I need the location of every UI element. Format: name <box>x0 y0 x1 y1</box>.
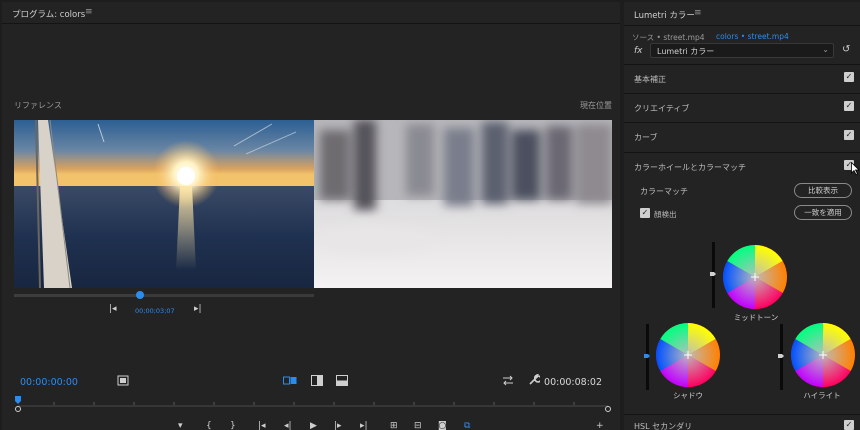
section-curves[interactable]: カーブ ✓ <box>624 122 860 151</box>
color-match-label: カラーマッチ <box>640 187 688 196</box>
section-basic-correction[interactable]: 基本補正 ✓ <box>624 64 860 93</box>
source-clip-label[interactable]: ソース • street.mp4 <box>632 32 704 43</box>
section-label: カラーホイールとカラーマッチ <box>634 163 746 172</box>
program-monitor-header: プログラム: colors ≡ <box>2 2 620 24</box>
section-color-wheels-match[interactable]: カラーホイールとカラーマッチ ✓ <box>624 152 860 181</box>
effect-select-value: Lumetri カラー <box>657 47 715 56</box>
extract-icon[interactable]: ⊟ <box>414 420 422 430</box>
highlight-color-wheel[interactable] <box>790 322 856 388</box>
face-detect-label: 顔検出 <box>654 210 677 219</box>
swap-sides-icon[interactable] <box>502 375 514 386</box>
transport-toolbar: ▾ { } |◂ ◂| ▶ |▸ ▸| ⊞ ⊟ ◙ ⧉ + <box>172 420 612 430</box>
fx-icon[interactable]: fx <box>634 46 643 56</box>
hamburger-icon[interactable]: ≡ <box>85 7 93 17</box>
safe-margins-icon[interactable] <box>117 375 129 386</box>
section-checkbox[interactable]: ✓ <box>844 72 854 82</box>
wrench-icon[interactable] <box>528 374 540 386</box>
section-label: HSL セカンダリ <box>634 422 693 430</box>
apply-match-button[interactable]: 一致を適用 <box>794 205 852 220</box>
reset-icon[interactable]: ↺ <box>842 44 850 55</box>
lift-icon[interactable]: ⊞ <box>390 420 398 430</box>
step-back-frame-icon[interactable]: ◂| <box>284 420 292 430</box>
face-detect-checkbox[interactable]: ✓ <box>640 208 650 218</box>
program-timeline-ruler[interactable] <box>14 396 612 412</box>
step-forward-icon[interactable]: ▸| <box>194 304 202 314</box>
hamburger-icon[interactable]: ≡ <box>694 8 702 18</box>
reference-monitor-label: リファレンス <box>14 101 62 110</box>
camera-icon[interactable]: ◙ <box>438 420 447 430</box>
reference-frame-image <box>14 120 314 288</box>
current-frame-image <box>314 120 612 288</box>
add-marker-icon[interactable]: ▾ <box>178 420 183 430</box>
reference-scrub-bar[interactable] <box>14 294 314 297</box>
compare-view-button[interactable]: 比較表示 <box>794 183 852 198</box>
shadow-color-wheel[interactable] <box>655 322 721 388</box>
side-by-side-icon[interactable] <box>283 375 297 386</box>
step-back-icon[interactable]: |◂ <box>109 304 117 314</box>
step-forward-frame-icon[interactable]: |▸ <box>334 420 342 430</box>
shadow-slider[interactable] <box>642 324 652 390</box>
section-checkbox[interactable]: ✓ <box>844 130 854 140</box>
section-label: クリエイティブ <box>634 104 690 113</box>
sunset-sea-image <box>14 120 314 288</box>
duration-timecode: 00:00:08:02 <box>544 377 602 388</box>
midtone-slider-handle <box>710 272 716 276</box>
go-to-out-icon[interactable]: ▸| <box>360 420 368 430</box>
reference-playhead-handle[interactable] <box>136 291 144 299</box>
current-position-label: 現在位置 <box>580 101 612 110</box>
sequence-clip-label[interactable]: colors • street.mp4 <box>716 32 789 41</box>
midtone-label: ミッドトーン <box>733 313 779 322</box>
section-creative[interactable]: クリエイティブ ✓ <box>624 93 860 122</box>
go-to-in-icon[interactable]: |◂ <box>258 420 266 430</box>
current-timecode[interactable]: 00:00:00:00 <box>20 377 78 388</box>
highlight-slider[interactable] <box>776 324 786 390</box>
mark-in-icon[interactable]: { <box>206 420 212 430</box>
section-hsl-secondary[interactable]: HSL セカンダリ ✓ <box>624 414 860 430</box>
midtone-color-wheel[interactable] <box>722 244 788 310</box>
reference-timecode[interactable]: 00;00;03;07 <box>135 307 175 315</box>
shadow-label: シャドウ <box>673 391 703 400</box>
mouse-pointer-icon <box>851 162 860 175</box>
lumetri-header: Lumetri カラー ≡ <box>624 2 860 26</box>
lumetri-panel-title[interactable]: Lumetri カラー <box>634 9 695 21</box>
section-label: カーブ <box>634 133 658 142</box>
comparison-view-icon[interactable]: ⧉ <box>464 420 470 430</box>
program-monitor-panel: プログラム: colors ≡ リファレンス 現在位置 |◂ 00;00;03;… <box>2 2 620 430</box>
chevron-down-icon: ⌄ <box>822 45 829 54</box>
section-checkbox[interactable]: ✓ <box>844 101 854 111</box>
section-label: 基本補正 <box>634 75 666 84</box>
program-monitor-title[interactable]: プログラム: colors <box>12 8 85 20</box>
mark-out-icon[interactable]: } <box>230 420 236 430</box>
vertical-split-icon[interactable] <box>311 375 323 386</box>
section-checkbox[interactable]: ✓ <box>844 420 854 430</box>
lumetri-color-panel: Lumetri カラー ≡ ソース • street.mp4 colors • … <box>624 2 860 430</box>
blurry-street-image <box>314 120 612 288</box>
play-icon[interactable]: ▶ <box>310 420 317 430</box>
horizontal-split-icon[interactable] <box>336 375 348 386</box>
add-button-icon[interactable]: + <box>596 420 604 430</box>
highlight-label: ハイライト <box>803 391 841 400</box>
effect-select-dropdown[interactable]: Lumetri カラー ⌄ <box>650 43 834 58</box>
